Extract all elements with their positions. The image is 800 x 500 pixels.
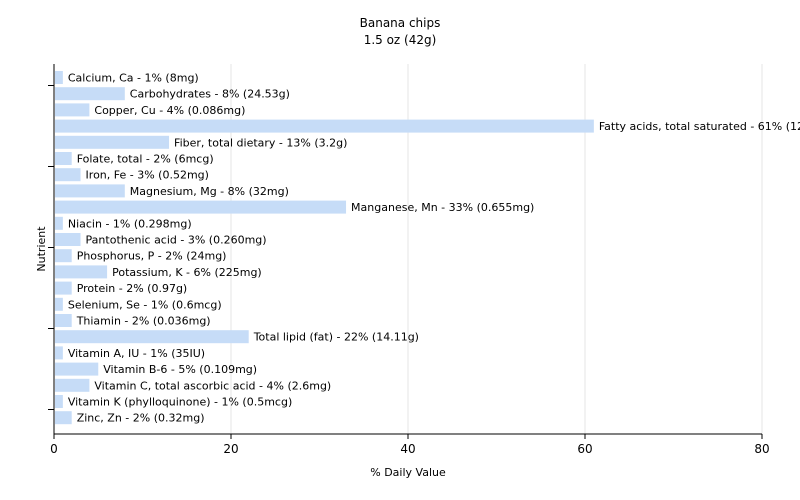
bar-3	[55, 119, 594, 133]
bar-2	[55, 103, 90, 117]
bar-label-21: Zinc, Zn - 2% (0.32mg)	[77, 412, 205, 425]
bar-17	[55, 346, 63, 360]
bar-11	[55, 249, 72, 263]
bar-label-4: Fiber, total dietary - 13% (3.2g)	[174, 136, 347, 149]
x-tick-label-4: 80	[754, 442, 769, 456]
x-tick-label-1: 20	[223, 442, 238, 456]
bar-21	[55, 411, 72, 425]
bar-label-5: Folate, total - 2% (6mcg)	[77, 153, 214, 166]
bar-1	[55, 87, 125, 101]
bar-label-3: Fatty acids, total saturated - 61% (12.1…	[599, 120, 800, 133]
bar-14	[55, 297, 63, 311]
bar-label-13: Protein - 2% (0.97g)	[77, 282, 188, 295]
bar-label-20: Vitamin K (phylloquinone) - 1% (0.5mcg)	[68, 396, 292, 409]
y-axis-ticks	[48, 85, 54, 410]
bar-4	[55, 135, 170, 149]
bar-label-17: Vitamin A, IU - 1% (35IU)	[68, 347, 205, 360]
bar-label-19: Vitamin C, total ascorbic acid - 4% (2.6…	[94, 379, 331, 392]
chart-title: Banana chips	[360, 16, 441, 30]
bar-label-15: Thiamin - 2% (0.036mg)	[76, 315, 211, 328]
bar-20	[55, 395, 63, 408]
bar-chart: Banana chips 1.5 oz (42g) Calcium, Ca - …	[35, 16, 800, 479]
bar-label-6: Iron, Fe - 3% (0.52mg)	[86, 169, 209, 182]
y-axis-label: Nutrient	[35, 226, 48, 272]
bar-label-12: Potassium, K - 6% (225mg)	[112, 266, 262, 279]
bar-16	[55, 330, 249, 344]
bar-label-16: Total lipid (fat) - 22% (14.11g)	[253, 331, 419, 344]
bar-label-2: Copper, Cu - 4% (0.086mg)	[94, 104, 245, 117]
bar-9	[55, 216, 63, 230]
bar-label-11: Phosphorus, P - 2% (24mg)	[77, 250, 227, 263]
chart-subtitle: 1.5 oz (42g)	[364, 33, 437, 47]
x-axis-ticks: 0 20 40 60 80	[50, 434, 770, 456]
bar-5	[55, 152, 72, 165]
bar-12	[55, 265, 108, 279]
bar-label-9: Niacin - 1% (0.298mg)	[68, 217, 192, 230]
x-tick-label-0: 0	[50, 442, 58, 456]
bar-label-7: Magnesium, Mg - 8% (32mg)	[130, 185, 289, 198]
bar-18	[55, 362, 99, 376]
bar-6	[55, 168, 81, 182]
bar-8	[55, 200, 347, 214]
bar-7	[55, 184, 125, 198]
bar-10	[55, 233, 81, 246]
bar-label-10: Pantothenic acid - 3% (0.260mg)	[86, 234, 267, 247]
bar-0	[55, 71, 63, 84]
bar-label-0: Calcium, Ca - 1% (8mg)	[68, 72, 199, 85]
bar-label-8: Manganese, Mn - 33% (0.655mg)	[351, 201, 534, 214]
x-tick-label-2: 40	[400, 442, 415, 456]
bar-label-18: Vitamin B-6 - 5% (0.109mg)	[103, 363, 257, 376]
bar-13	[55, 281, 72, 295]
bar-19	[55, 378, 90, 392]
x-tick-label-3: 60	[577, 442, 592, 456]
x-axis-label: % Daily Value	[370, 466, 446, 479]
bar-15	[55, 314, 72, 327]
bar-label-14: Selenium, Se - 1% (0.6mcg)	[68, 298, 222, 311]
bar-label-1: Carbohydrates - 8% (24.53g)	[130, 88, 290, 101]
